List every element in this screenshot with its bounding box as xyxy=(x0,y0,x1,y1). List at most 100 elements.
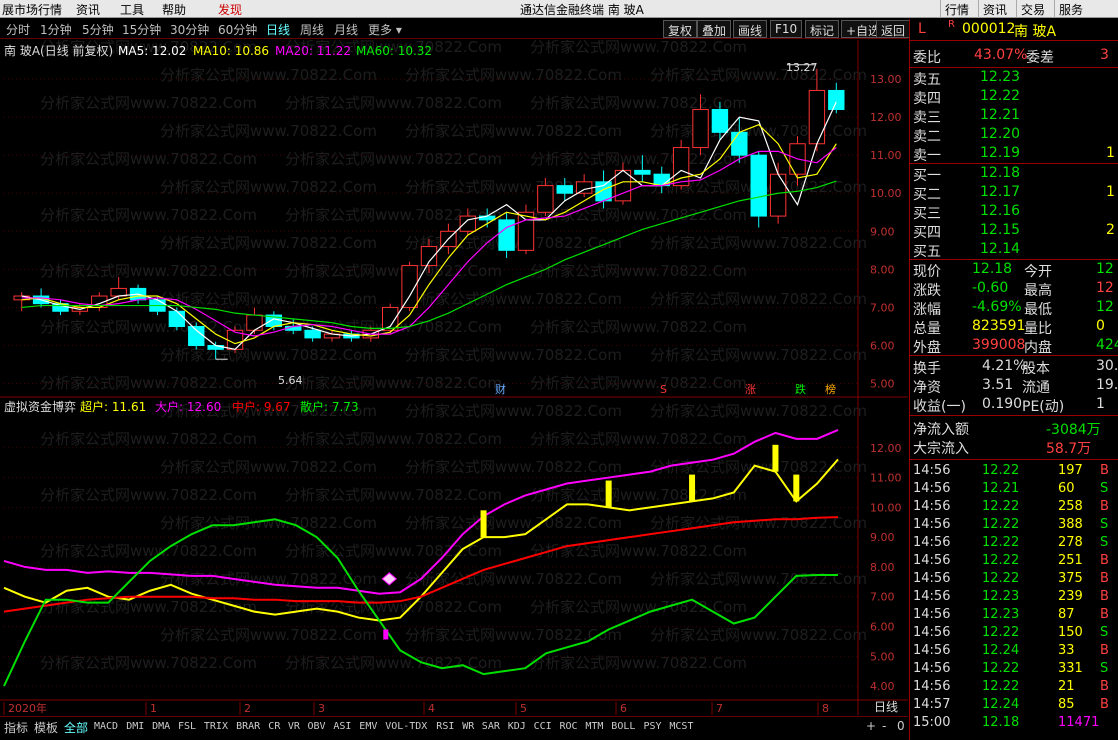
stock-header: L R 000012 南 玻A xyxy=(910,19,1118,40)
watermark-text: 分析家公式网www.70822.Com xyxy=(40,262,257,280)
btn-back[interactable]: 返回 xyxy=(876,20,911,38)
period-month[interactable]: 月线 xyxy=(334,21,358,38)
btn-draw[interactable]: 画线 xyxy=(733,20,768,38)
btn-f10[interactable]: F10 xyxy=(770,20,803,38)
indicator-tab-24[interactable]: MCST xyxy=(669,721,693,732)
watermark-text: 分析家公式网www.70822.Com xyxy=(530,40,747,56)
watermark-text: 分析家公式网www.70822.Com xyxy=(405,514,622,532)
btn-adjust[interactable]: 复权 xyxy=(663,20,698,38)
stock-name: 南 玻A xyxy=(1014,24,1057,40)
period-more-label: 更多 xyxy=(368,23,393,37)
menu-discover[interactable]: 发现 xyxy=(218,1,242,18)
indicator-tab-6[interactable]: FSL xyxy=(178,721,196,732)
y-tick-label: 13.00 xyxy=(870,73,902,86)
period-60m[interactable]: 60分钟 xyxy=(218,21,257,38)
indicator-tab-5[interactable]: DMA xyxy=(152,721,170,732)
period-tick[interactable]: 分时 xyxy=(6,21,30,38)
menu-market[interactable]: 展市场行情 xyxy=(2,1,62,18)
zoom-btn-0[interactable]: + xyxy=(866,719,876,733)
tick-row: 14:56 12.23 239 B xyxy=(913,589,1109,604)
watermark-text: 分析家公式网www.70822.Com xyxy=(40,654,257,672)
watermark-text: 分析家公式网www.70822.Com xyxy=(405,66,622,84)
watermark-text: 分析家公式网www.70822.Com xyxy=(285,430,502,448)
watermark-text: 分析家公式网www.70822.Com xyxy=(285,654,502,672)
legend-super: 超户: 11.61 xyxy=(80,399,146,414)
period-15m[interactable]: 15分钟 xyxy=(122,21,161,38)
indicator-tab-9[interactable]: CR xyxy=(268,721,280,732)
indicator-tab-2[interactable]: 全部 xyxy=(64,719,88,736)
indicator-tab-17[interactable]: SAR xyxy=(482,721,500,732)
sub-y-tick-label: 4.00 xyxy=(870,680,895,693)
indicator-tab-7[interactable]: TRIX xyxy=(204,721,228,732)
btn-info[interactable]: 资讯 xyxy=(978,0,1011,18)
indicator-tab-12[interactable]: ASI xyxy=(333,721,351,732)
period-week[interactable]: 周线 xyxy=(300,21,324,38)
x-tick-label: 2020年 xyxy=(8,701,47,715)
watermark-text: 分析家公式网www.70822.Com xyxy=(530,150,747,168)
watermark-text: 分析家公式网www.70822.Com xyxy=(650,234,867,252)
candle-body xyxy=(731,131,748,156)
indicator-tab-21[interactable]: MTM xyxy=(585,721,603,732)
candle-body xyxy=(750,154,767,217)
quote-row: 涨幅 -4.69% 最低 12 xyxy=(913,299,1114,318)
y-tick-label: 12.00 xyxy=(870,111,902,124)
indicator-tab-13[interactable]: EMV xyxy=(359,721,377,732)
period-day[interactable]: 日线 xyxy=(266,21,290,38)
sub-y-tick-label: 6.00 xyxy=(870,620,895,633)
menu-news[interactable]: 资讯 xyxy=(76,1,100,18)
tick-row: 14:56 12.22 331 S xyxy=(913,661,1109,676)
indicator-tab-4[interactable]: DMI xyxy=(126,721,144,732)
tick-row: 14:56 12.22 278 S xyxy=(913,535,1109,550)
signal-bar xyxy=(605,480,612,508)
watermark-text: 分析家公式网www.70822.Com xyxy=(160,178,377,196)
indicator-tab-19[interactable]: CCI xyxy=(534,721,552,732)
ask-row: 卖三 12.21 xyxy=(913,107,1021,126)
indicator-tab-8[interactable]: BRAR xyxy=(236,721,260,732)
indicator-tab-23[interactable]: PSY xyxy=(644,721,662,732)
chart-area[interactable]: 分析家公式网www.70822.Com 分析家公式网www.70822.Com 分析… xyxy=(0,40,908,715)
indicator-tab-3[interactable]: MACD xyxy=(94,721,118,732)
menu-tools[interactable]: 工具 xyxy=(120,1,144,18)
watermark-text: 分析家公式网www.70822.Com xyxy=(160,514,377,532)
period-more[interactable]: 更多 ▾ xyxy=(368,21,402,38)
btn-service[interactable]: 服务 xyxy=(1054,0,1087,18)
tick-row: 14:56 12.21 60 S xyxy=(913,481,1109,496)
zoom-btn-1[interactable]: - xyxy=(882,719,886,733)
tick-row: 14:56 12.22 150 S xyxy=(913,625,1109,640)
indicator-tab-20[interactable]: ROC xyxy=(560,721,578,732)
indicator-tab-14[interactable]: VOL-TDX xyxy=(385,721,427,732)
menu-help[interactable]: 帮助 xyxy=(162,1,186,18)
period-5m[interactable]: 5分钟 xyxy=(82,21,114,38)
watermark-text: 分析家公式网www.70822.Com xyxy=(650,402,867,420)
zoom-btn-2[interactable]: 0 xyxy=(897,719,905,733)
flow-row: 净流入额 -3084万 xyxy=(913,422,1101,438)
watermark-text: 分析家公式网www.70822.Com xyxy=(530,262,747,280)
btn-trade[interactable]: 交易 xyxy=(1016,0,1049,18)
candle-body xyxy=(168,310,186,327)
stats-row: 净资 3.51 流通 19. xyxy=(913,377,1118,396)
indicator-tab-22[interactable]: BOLL xyxy=(611,721,635,732)
period-1m[interactable]: 1分钟 xyxy=(40,21,72,38)
period-30m[interactable]: 30分钟 xyxy=(170,21,209,38)
watermark-text: 分析家公式网www.70822.Com xyxy=(40,430,257,448)
watermark-text: 分析家公式网www.70822.Com xyxy=(160,66,377,84)
candle-body xyxy=(517,211,535,251)
indicator-tab-11[interactable]: OBV xyxy=(308,721,326,732)
indicator-tab-18[interactable]: KDJ xyxy=(508,721,526,732)
indicator-tab-16[interactable]: WR xyxy=(462,721,474,732)
quote-row: 现价 12.18 今开 12 xyxy=(913,261,1114,280)
watermark-text: 分析家公式网www.70822.Com xyxy=(650,66,867,84)
quote-row: 外盘399008内盘424 xyxy=(913,337,1118,356)
chart-canvas[interactable]: 分析家公式网www.70822.Com 分析家公式网www.70822.Com 分析… xyxy=(0,40,908,715)
btn-quotes[interactable]: 行情 xyxy=(940,0,973,18)
annot-low: 5.64 xyxy=(278,374,303,387)
btn-mark[interactable]: 标记 xyxy=(805,20,840,38)
watermark-text: 分析家公式网www.70822.Com xyxy=(530,542,747,560)
indicator-tab-1[interactable]: 模板 xyxy=(34,719,58,736)
btn-overlay[interactable]: 叠加 xyxy=(697,20,732,38)
indicator-tab-10[interactable]: VR xyxy=(288,721,300,732)
indicator-tab-0[interactable]: 指标 xyxy=(4,719,28,736)
watermark-text: 分析家公式网www.70822.Com xyxy=(40,150,257,168)
watermark-text: 分析家公式网www.70822.Com xyxy=(40,486,257,504)
indicator-tab-15[interactable]: RSI xyxy=(436,721,454,732)
